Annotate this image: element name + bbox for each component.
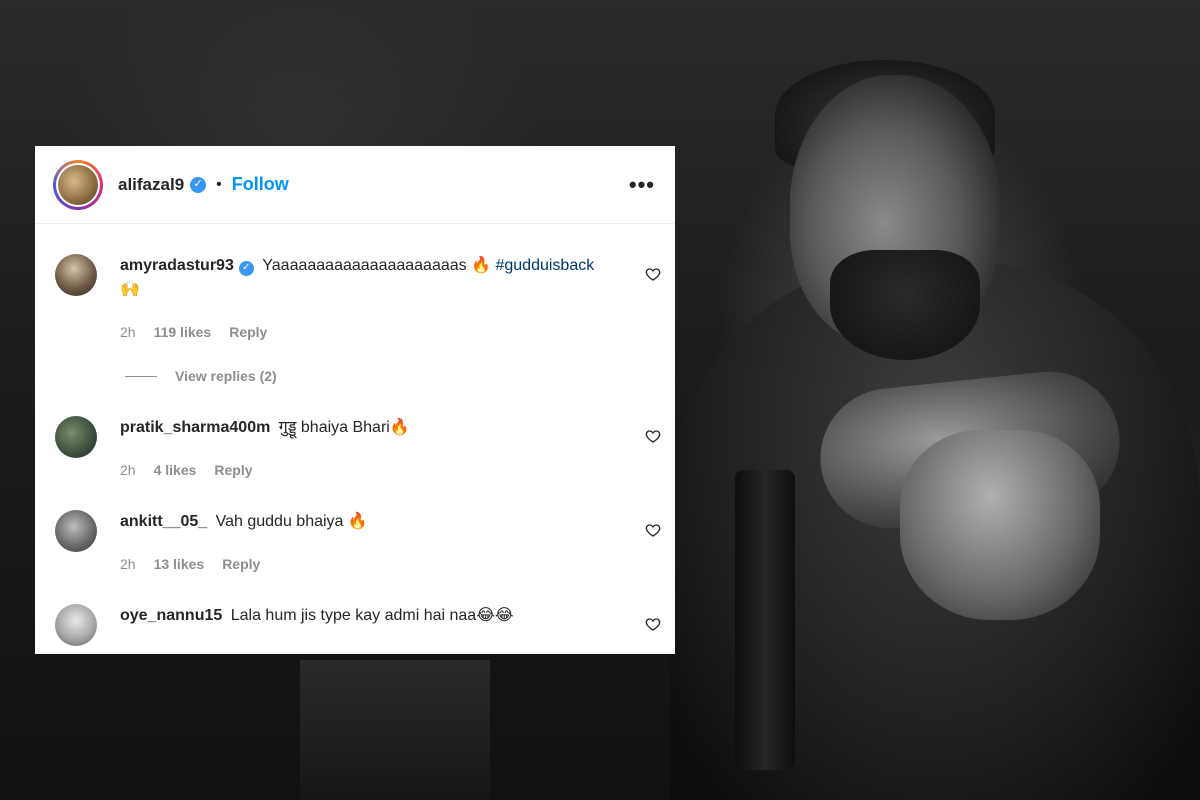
background-crate bbox=[300, 660, 490, 800]
comment-content: ankitt__05_ Vah guddu bhaiya 🔥 bbox=[120, 510, 621, 534]
background-figure-hand bbox=[900, 430, 1100, 620]
like-heart-icon[interactable] bbox=[645, 428, 661, 444]
background-figure-beard bbox=[830, 250, 980, 360]
like-heart-icon[interactable] bbox=[645, 616, 661, 632]
comment-text: Lala hum jis type kay admi hai naa😂😂 bbox=[230, 607, 514, 624]
comment-content: oye_nannu15 Lala hum jis type kay admi h… bbox=[120, 604, 621, 628]
view-replies-button[interactable]: View replies (2) bbox=[125, 368, 277, 384]
comment-text: Yaaaaaaaaaaaaaaaaaaaaas 🔥 bbox=[262, 257, 492, 274]
commenter-avatar[interactable] bbox=[55, 416, 97, 458]
like-heart-icon[interactable] bbox=[645, 522, 661, 538]
avatar-image bbox=[58, 164, 98, 205]
comment-item: ankitt__05_ Vah guddu bhaiya 🔥 2h 13 lik… bbox=[55, 510, 661, 580]
comment-meta: 2h 4 likes Reply bbox=[120, 462, 253, 478]
commenter-username[interactable]: ankitt__05_ bbox=[120, 513, 207, 530]
comment-text: गुड्डू bhaiya Bhari🔥 bbox=[278, 419, 410, 436]
comment-item: amyradastur93 ✓ Yaaaaaaaaaaaaaaaaaaaaas 🔥… bbox=[55, 254, 661, 364]
verified-badge-icon: ✓ bbox=[238, 260, 254, 276]
comment-time: 2h bbox=[120, 462, 136, 478]
comment-time: 2h bbox=[120, 556, 136, 572]
view-replies-label: View replies (2) bbox=[175, 368, 277, 384]
comment-time: 2h bbox=[120, 324, 136, 340]
post-header: alifazal9 ✓ • Follow ••• bbox=[35, 146, 675, 224]
commenter-avatar[interactable] bbox=[55, 510, 97, 552]
comment-item: oye_nannu15 Lala hum jis type kay admi h… bbox=[55, 604, 661, 654]
more-options-icon[interactable]: ••• bbox=[629, 173, 655, 196]
separator-dot: • bbox=[216, 175, 222, 193]
background-gun bbox=[735, 470, 795, 770]
follow-button[interactable]: Follow bbox=[232, 174, 289, 195]
comment-likes[interactable]: 4 likes bbox=[154, 462, 197, 478]
comment-meta: 2h 119 likes Reply bbox=[120, 324, 267, 340]
post-author-username[interactable]: alifazal9 bbox=[118, 175, 184, 195]
hashtag-link[interactable]: #gudduisback bbox=[495, 257, 594, 274]
commenter-avatar[interactable] bbox=[55, 604, 97, 646]
reply-button[interactable]: Reply bbox=[229, 324, 267, 340]
comment-item: pratik_sharma400m गुड्डू bhaiya Bhari🔥 2… bbox=[55, 416, 661, 486]
avatar-border bbox=[56, 162, 100, 207]
commenter-username[interactable]: pratik_sharma400m bbox=[120, 419, 270, 436]
comment-content: amyradastur93 ✓ Yaaaaaaaaaaaaaaaaaaaaas 🔥… bbox=[120, 254, 621, 302]
comment-likes[interactable]: 13 likes bbox=[154, 556, 205, 572]
commenter-username[interactable]: oye_nannu15 bbox=[120, 607, 222, 624]
commenter-username[interactable]: amyradastur93 bbox=[120, 257, 234, 274]
comment-text-continuation: 🙌 bbox=[120, 281, 140, 298]
commenter-avatar[interactable] bbox=[55, 254, 97, 296]
verified-badge-icon: ✓ bbox=[190, 176, 207, 193]
comment-content: pratik_sharma400m गुड्डू bhaiya Bhari🔥 bbox=[120, 416, 621, 440]
reply-button[interactable]: Reply bbox=[222, 556, 260, 572]
reply-button[interactable]: Reply bbox=[214, 462, 252, 478]
like-heart-icon[interactable] bbox=[645, 266, 661, 282]
comment-text: Vah guddu bhaiya 🔥 bbox=[215, 513, 368, 530]
post-author-avatar[interactable] bbox=[53, 159, 103, 210]
view-replies-line bbox=[125, 375, 157, 377]
comment-meta: 2h 13 likes Reply bbox=[120, 556, 260, 572]
comment-likes[interactable]: 119 likes bbox=[154, 324, 212, 340]
comments-card: alifazal9 ✓ • Follow ••• amyradastur93 ✓ … bbox=[35, 146, 675, 654]
